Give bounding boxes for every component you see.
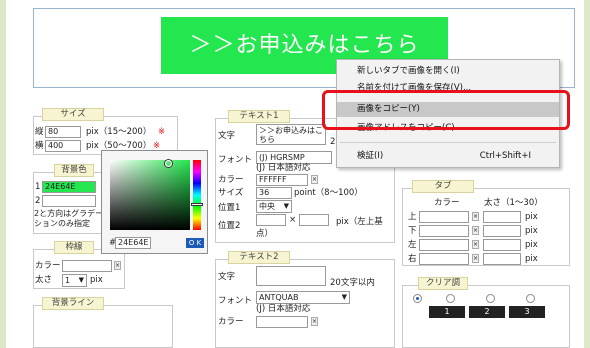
hue-slider-handle[interactable]: [191, 203, 203, 206]
bgcolor-1-input[interactable]: 24E64E: [42, 181, 96, 193]
tab-right-thick-input[interactable]: [483, 253, 521, 265]
tab-left-thick-input[interactable]: [483, 239, 521, 251]
tab-row-label: 上: [408, 212, 417, 222]
tab-top-color-input[interactable]: [419, 211, 469, 223]
text2-color-clear-button[interactable]: ×: [311, 317, 318, 326]
text1-size-input[interactable]: 36: [256, 187, 292, 199]
picker-hex-input[interactable]: 24E64E: [115, 237, 151, 249]
menu-open-image-new-tab[interactable]: 新しいタブで画像を開く(I): [337, 64, 559, 79]
text1-color-input[interactable]: FFFFFF: [256, 174, 308, 186]
clear-radio-1[interactable]: [446, 294, 455, 303]
text1-font-label: フォント: [218, 155, 253, 165]
clear-sample-2: 2: [469, 306, 505, 318]
tab-unit: pix: [525, 240, 538, 250]
text2-text-label: 文字: [218, 272, 236, 282]
tab-unit: pix: [525, 212, 538, 222]
menu-separator: [340, 142, 556, 143]
border-thick-select[interactable]: 1 ▼: [62, 274, 87, 287]
clear-legend: クリア調: [418, 277, 468, 290]
tab-row-label: 右: [408, 254, 417, 264]
bgcolor-2-input[interactable]: [42, 195, 96, 207]
text1-text-suffix: 2: [330, 137, 336, 147]
tab-row-label: 左: [408, 240, 417, 250]
tab-bottom-clear-button[interactable]: ×: [472, 226, 479, 235]
chevron-down-icon: ▼: [283, 202, 289, 210]
highlight-annotation: [322, 90, 570, 130]
text1-color-clear-button[interactable]: ×: [311, 175, 318, 184]
tab-bottom-color-input[interactable]: [419, 225, 469, 237]
text2-font-label: フォント: [218, 296, 253, 306]
tab-right-clear-button[interactable]: ×: [472, 254, 479, 263]
menu-inspect-shortcut: Ctrl+Shift+I: [479, 151, 531, 161]
tab-top-clear-button[interactable]: ×: [472, 212, 479, 221]
height-input[interactable]: 80: [45, 126, 81, 138]
text1-legend: テキスト1: [228, 110, 290, 123]
bgcolor-row1-label: 1: [35, 182, 41, 192]
height-range: pix（15〜200）: [86, 127, 152, 137]
text2-textarea[interactable]: [256, 266, 326, 286]
tab-left-clear-button[interactable]: ×: [472, 240, 479, 249]
page-frame-right: [584, 0, 590, 348]
tab-col-thick: 太さ（1〜30）: [484, 198, 543, 208]
text2-font-sub: (J) 日本語対応: [256, 304, 311, 314]
height-label: 縦: [35, 127, 44, 137]
menu-inspect[interactable]: 検証(I) Ctrl+Shift+I: [337, 149, 559, 164]
color-picker-cursor-icon[interactable]: [165, 160, 172, 167]
text2-text-limit: 20文字以内: [330, 278, 375, 288]
text1-pos1-select[interactable]: 中央 ▼: [256, 200, 292, 213]
text1-size-range: point（8〜100）: [294, 188, 363, 198]
picker-ok-button[interactable]: O K: [186, 238, 204, 248]
clear-sample-3: 3: [509, 306, 545, 318]
height-required-mark: ※: [158, 127, 166, 137]
color-picker-sv-area[interactable]: [110, 160, 190, 230]
border-thick-label: 太さ: [35, 275, 53, 285]
size-legend: サイズ: [42, 108, 104, 121]
chevron-down-icon: ▼: [78, 276, 84, 284]
tab-col-color: カラー: [434, 198, 460, 208]
text1-text-label: 文字: [218, 131, 236, 141]
bgcolor-legend: 背景色: [54, 164, 94, 177]
tab-top-thick-input[interactable]: [483, 211, 521, 223]
text2-font-select[interactable]: ANTQUAB ▼: [256, 291, 350, 304]
tab-row-label: 下: [408, 226, 417, 236]
tab-unit: pix: [525, 254, 538, 264]
text2-color-label: カラー: [218, 317, 244, 327]
clear-radio-2[interactable]: [486, 294, 495, 303]
border-color-input[interactable]: [62, 260, 112, 272]
bgcolor-row2-label: 2: [35, 196, 41, 206]
width-label: 横: [35, 141, 44, 151]
color-picker-hue-slider[interactable]: [193, 160, 201, 230]
text1-color-label: カラー: [218, 175, 244, 185]
tab-left-color-input[interactable]: [419, 239, 469, 251]
text1-pos1-label: 位置1: [218, 203, 241, 213]
text2-color-input[interactable]: [256, 316, 308, 328]
bgline-legend: 背景ライン: [42, 297, 104, 310]
text1-textarea[interactable]: ＞＞お申込みはこちら: [256, 124, 326, 145]
page-frame-left: [0, 0, 6, 348]
clear-sample-1: 1: [429, 306, 465, 318]
tab-legend: タブ: [412, 180, 474, 193]
border-color-label: カラー: [35, 261, 61, 271]
chevron-down-icon: ▼: [341, 293, 347, 301]
clear-radio-3[interactable]: [526, 294, 535, 303]
border-legend: 枠線: [54, 241, 94, 254]
tab-bottom-thick-input[interactable]: [483, 225, 521, 237]
tab-unit: pix: [525, 226, 538, 236]
text1-pos2-unit: pix（左上基点）: [256, 217, 383, 239]
clear-radio-none[interactable]: [413, 294, 422, 303]
text1-size-label: サイズ: [218, 188, 244, 198]
text1-font-sub: (J) 日本語対応: [256, 163, 311, 173]
tab-right-color-input[interactable]: [419, 253, 469, 265]
text1-pos2-label: 位置2: [218, 221, 241, 231]
bgline-panel: [33, 305, 173, 348]
border-color-clear-button[interactable]: ×: [114, 261, 121, 270]
border-unit: pix: [90, 275, 103, 285]
width-input[interactable]: 400: [45, 140, 81, 152]
bgcolor-note: 2と方向はグラデーションのみ指定: [34, 209, 104, 228]
text2-legend: テキスト2: [228, 251, 290, 264]
